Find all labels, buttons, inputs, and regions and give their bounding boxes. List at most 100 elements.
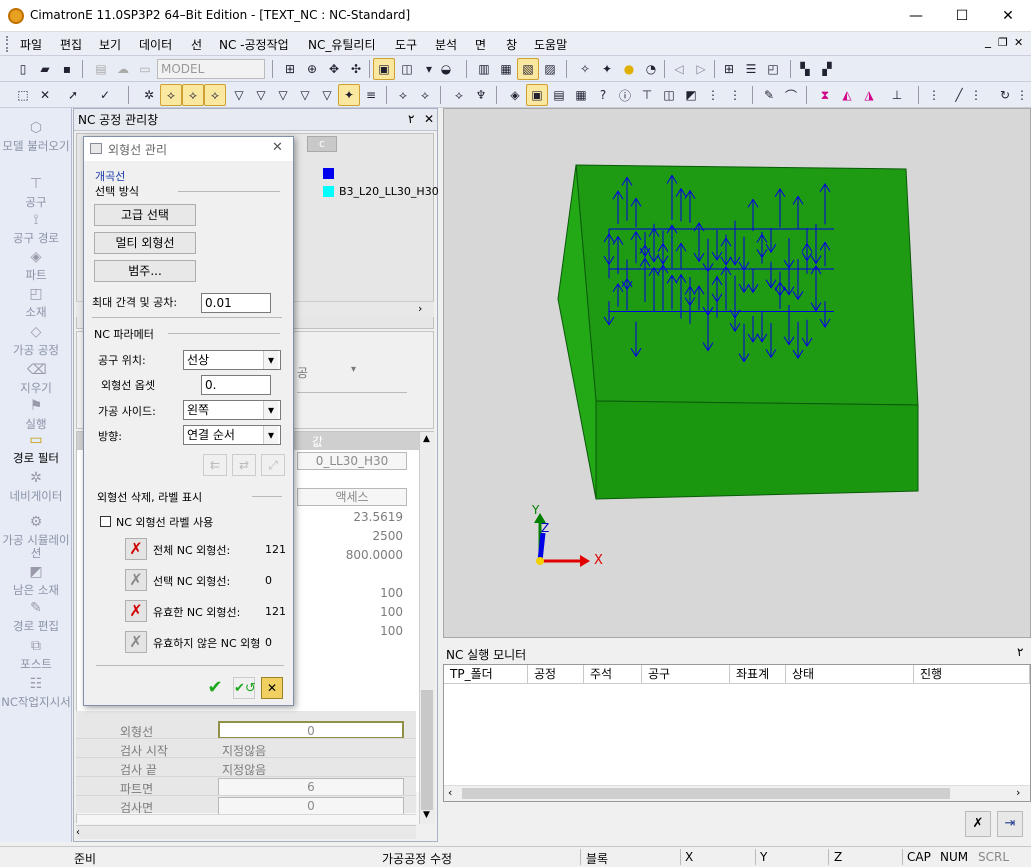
menu-surface[interactable]: 면 [475,36,486,53]
delete-contours-button[interactable]: ✗ [125,538,147,560]
menu-data[interactable]: 데이터 [139,36,172,53]
sim-b-icon[interactable]: ◭ [836,84,858,106]
lightbulb-icon[interactable]: ● [618,58,640,80]
multi-icon[interactable]: ▞ [816,58,838,80]
reset-view-icon[interactable]: ↻ [994,84,1016,106]
process-c-icon[interactable]: ▤ [548,84,570,106]
prop-name-value[interactable]: 0_LL30_H30 [297,452,407,470]
direction-select[interactable]: 연결 순서 [183,425,281,445]
wizard-stock[interactable]: ◰ 소재 [0,287,72,319]
filter-i-icon[interactable]: ▽ [316,84,338,106]
wizard-model-load[interactable]: ⬡ 모델 불러오기 [0,121,72,153]
prop-vscrollbar[interactable]: ▲ ▼ [419,432,435,824]
menu-nc-utility[interactable]: NC_유틸리티 [308,36,376,53]
filter-e-icon[interactable]: ▽ [228,84,250,106]
close-window-button[interactable]: ✕ [985,0,1031,32]
toolbar-more-icon-3[interactable]: ⋮ [1016,84,1028,106]
wizard-remaining-stock[interactable]: ◩ 남은 소재 [0,565,72,597]
filter-b-icon[interactable]: ⟡ [160,84,182,106]
model-select[interactable]: MODEL [157,59,265,79]
wizard-nc-worksheet[interactable]: ☷ NC작업지시서 [0,677,72,709]
set-icon[interactable]: ▚ [794,58,816,80]
machining-side-select[interactable]: 왼쪽 [183,400,281,420]
model-view[interactable] [444,109,1031,639]
monitor-exit-icon[interactable]: ⇥ [997,811,1023,837]
menu-edit[interactable]: 편집 [60,36,82,53]
monitor-column-header[interactable]: TP_폴더 [444,665,528,683]
panel-close-icon[interactable]: ✕ [424,112,434,126]
wizard-tool-path[interactable]: ⟟ 공구 경로 [0,213,72,245]
prop-row-value[interactable]: 0 [218,721,404,739]
filter-l-icon[interactable]: ⟡ [392,84,414,106]
monitor-column-header[interactable]: 주석 [584,665,642,683]
tree-b-icon[interactable]: ⋮ [724,84,746,106]
layer-icon[interactable]: ☰ [740,58,762,80]
filter-h-icon[interactable]: ▽ [294,84,316,106]
print-icon[interactable]: ▤ [90,58,112,80]
filter-d-icon[interactable]: ⟡ [204,84,226,106]
delete-contours-button[interactable]: ✗ [125,631,147,653]
mdi-restore-button[interactable]: ❐ [998,36,1008,49]
monitor-column-header[interactable]: 공정 [528,665,584,683]
menu-view[interactable]: 보기 [99,36,121,53]
toolbar-more-icon-2[interactable]: ⋮ [970,84,982,106]
cloud-icon[interactable]: ☁ [112,58,134,80]
process-a-icon[interactable]: ◈ [504,84,526,106]
filter-icon-2[interactable]: ▦ [495,58,517,80]
sim-a-icon[interactable]: ⧗ [814,84,836,106]
edit-a-icon[interactable]: ✎ [758,84,780,106]
mdi-minimize-button[interactable]: _ [985,34,991,48]
prop-row-value[interactable]: 0 [218,797,404,815]
help-box-icon[interactable]: ? [592,84,614,106]
reorder-a-icon[interactable]: ⇇ [203,454,227,476]
tree-item-label[interactable]: B3_L20_LL30_H30 [339,185,439,198]
zoom-icon[interactable]: ⊕ [301,58,323,80]
edit-b-icon[interactable]: ⌒ [780,84,802,106]
monitor-column-header[interactable]: 상태 [786,665,914,683]
pan-icon[interactable]: ✥ [323,58,345,80]
scroll-down-icon[interactable]: ▼ [423,810,430,820]
forward-arrow-icon[interactable]: ▷ [690,58,712,80]
light-icon-2[interactable]: ✦ [596,58,618,80]
filter-a-icon[interactable]: ✲ [138,84,160,106]
wizard-tool[interactable]: ⊤ 공구 [0,177,72,209]
dialog-close-button[interactable]: ✕ [272,140,283,155]
scroll-thumb[interactable] [421,690,433,810]
process-b-icon[interactable]: ▣ [526,84,548,106]
rotate-icon[interactable]: ✣ [345,58,367,80]
monitor-scroll-left-icon[interactable]: ‹ [448,786,452,799]
filter-j-icon[interactable]: ✦ [338,84,360,106]
info-icon[interactable]: ⓘ [614,84,636,106]
deselect-icon[interactable]: ✕ [34,84,56,106]
reorder-c-icon[interactable]: ⤢ [261,454,285,476]
prop-row-value[interactable]: 6 [218,778,404,796]
scroll-left-icon[interactable]: ‹ [76,827,80,838]
mdi-close-button[interactable]: ✕ [1014,36,1023,49]
filter-icon-1[interactable]: ▥ [473,58,495,80]
maximize-button[interactable]: ☐ [939,0,985,32]
line-icon[interactable]: ╱ [948,84,970,106]
minimize-button[interactable]: — [893,0,939,32]
filter-g-icon[interactable]: ▽ [272,84,294,106]
wizard-post[interactable]: ⧉ 포스트 [0,639,72,671]
monitor-scroll-right-icon[interactable]: › [1016,786,1020,799]
wizard-machining-process[interactable]: ◇ 가공 공정 [0,325,72,357]
wizard-navigator[interactable]: ✲ 네비게이터 [0,471,72,503]
pin-icon[interactable]: ٢ [408,112,414,126]
wizard-part[interactable]: ◈ 파트 [0,250,72,282]
monitor-pin-icon[interactable]: ٢ [1017,645,1023,659]
wizard-run[interactable]: ⚑ 실행 [0,399,72,431]
wizard-simulation[interactable]: ⚙ 가공 시뮬레이션 [0,515,72,560]
apply-icon[interactable]: ✔↺ [233,677,256,699]
zoom-window-icon[interactable]: ⊞ [279,58,301,80]
wizard-erase[interactable]: ⌫ 지우기 [0,363,72,395]
view-cube-icon[interactable]: ◫ [396,58,418,80]
filter-k-icon[interactable]: ≡ [360,84,382,106]
scroll-up-icon[interactable]: ▲ [423,434,430,444]
filter-o-icon[interactable]: ♆ [470,84,492,106]
display-icon[interactable]: ▭ [134,58,156,80]
check-dropdown-icon[interactable]: ✓ [94,84,116,106]
tool-t-icon[interactable]: ⊤ [636,84,658,106]
axes-icon[interactable]: ⊥ [886,84,908,106]
shading-icon[interactable]: ◒ [435,58,457,80]
